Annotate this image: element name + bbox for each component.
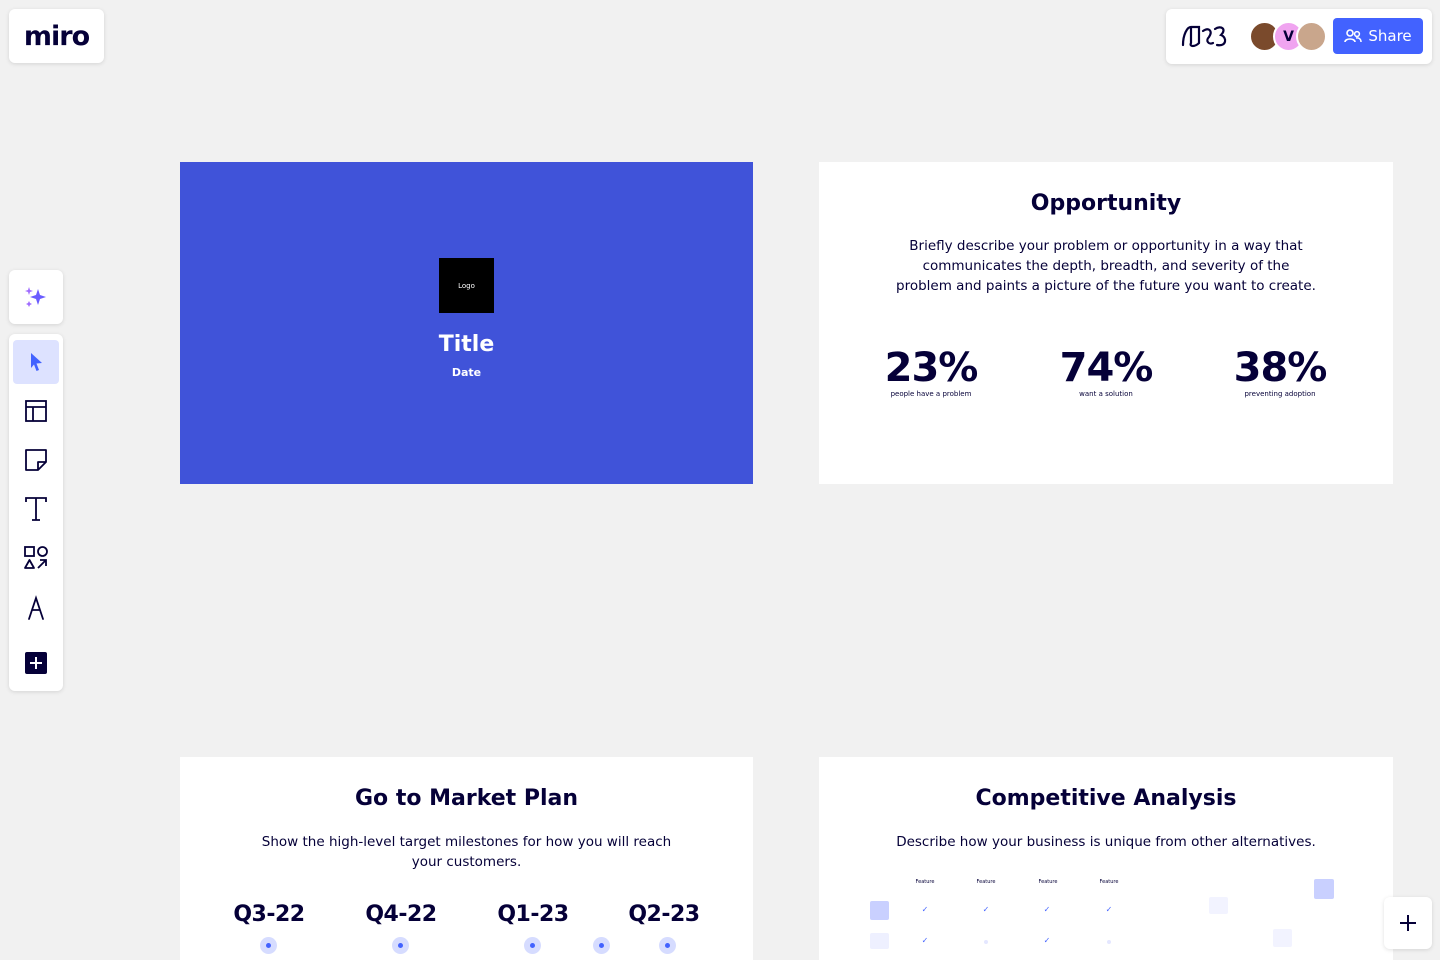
sparkle-icon [25, 287, 46, 307]
stat-item[interactable]: 74% want a solution [1041, 346, 1171, 398]
miro-logo-text: miro [23, 20, 90, 52]
stat-value: 23% [884, 345, 979, 391]
check-icon: ✓ [982, 905, 990, 914]
check-icon: ✓ [1043, 936, 1051, 945]
competitive-description[interactable]: Describe how your business is unique fro… [876, 832, 1336, 852]
add-button[interactable] [1384, 897, 1432, 949]
templates-tool[interactable] [13, 389, 59, 433]
matrix-point [1314, 879, 1334, 899]
quarter-label[interactable]: Q3-22 [224, 902, 314, 927]
sticky-note-tool[interactable] [13, 438, 59, 482]
matrix-point [1209, 897, 1228, 914]
select-tool[interactable] [13, 340, 59, 384]
milestone-icon[interactable] [524, 937, 541, 954]
ai-assist-button[interactable] [9, 270, 63, 324]
go-to-market-frame[interactable]: Go to Market Plan Show the high-level ta… [180, 757, 753, 960]
stat-label: people have a problem [890, 390, 972, 398]
slide-title[interactable]: Title [180, 332, 753, 357]
layout-icon [25, 400, 47, 422]
check-icon: ✓ [1105, 905, 1113, 914]
milestone-icon[interactable] [260, 937, 277, 954]
check-icon: ✓ [921, 936, 929, 945]
feature-header: Feature [915, 879, 935, 885]
feature-header: Feature [1038, 879, 1058, 885]
logo-placeholder[interactable]: Logo [439, 258, 494, 313]
empty-cell-dot [1107, 940, 1111, 944]
pen-icon [28, 595, 44, 620]
slide-date[interactable]: Date [180, 366, 753, 379]
text-icon [25, 497, 47, 521]
check-icon: ✓ [1043, 905, 1051, 914]
stat-label: preventing adoption [1244, 390, 1316, 398]
feature-header: Feature [976, 879, 996, 885]
share-label: Share [1368, 27, 1412, 45]
shapes-icon [24, 546, 48, 569]
empty-cell-dot [984, 940, 988, 944]
stat-item[interactable]: 38% preventing adoption [1215, 346, 1345, 398]
reactions-icon[interactable] [1179, 21, 1233, 51]
stat-label: want a solution [1079, 390, 1133, 398]
shapes-tool[interactable] [13, 536, 59, 580]
opportunity-description[interactable]: Briefly describe your problem or opportu… [896, 236, 1316, 296]
share-button[interactable]: Share [1333, 18, 1423, 54]
title-slide-frame[interactable]: Logo Title Date [180, 162, 753, 484]
users-icon [1344, 29, 1363, 43]
more-apps-tool[interactable] [13, 641, 59, 685]
collaboration-bar: V Share [1166, 9, 1432, 64]
stat-item[interactable]: 23% people have a problem [866, 346, 996, 398]
miro-logo[interactable]: miro [9, 9, 104, 63]
sticky-note-icon [25, 449, 47, 471]
check-icon: ✓ [921, 905, 929, 914]
pen-tool[interactable] [13, 586, 59, 630]
gtm-heading[interactable]: Go to Market Plan [180, 786, 753, 811]
matrix-point [1273, 929, 1292, 947]
left-toolbar [9, 334, 63, 691]
quarter-label[interactable]: Q2-23 [619, 902, 709, 927]
quarter-label[interactable]: Q1-23 [488, 902, 578, 927]
gtm-description[interactable]: Show the high-level target milestones fo… [246, 832, 687, 872]
competitor-logo [870, 901, 889, 920]
stat-value: 38% [1233, 345, 1328, 391]
avatar-photo-2[interactable] [1296, 21, 1327, 52]
competitor-logo [870, 933, 889, 949]
competitive-heading[interactable]: Competitive Analysis [819, 786, 1393, 811]
milestone-icon[interactable] [593, 937, 610, 954]
milestone-icon[interactable] [659, 937, 676, 954]
opportunity-frame[interactable]: Opportunity Briefly describe your proble… [819, 162, 1393, 484]
competitive-analysis-frame[interactable]: Competitive Analysis Describe how your b… [819, 757, 1393, 960]
opportunity-heading[interactable]: Opportunity [819, 191, 1393, 216]
text-tool[interactable] [13, 487, 59, 531]
stat-value: 74% [1059, 345, 1154, 391]
plus-square-icon [25, 652, 47, 674]
quarter-label[interactable]: Q4-22 [356, 902, 446, 927]
milestone-icon[interactable] [392, 937, 409, 954]
plus-icon [1400, 915, 1416, 931]
feature-header: Feature [1099, 879, 1119, 885]
cursor-icon [31, 353, 42, 371]
